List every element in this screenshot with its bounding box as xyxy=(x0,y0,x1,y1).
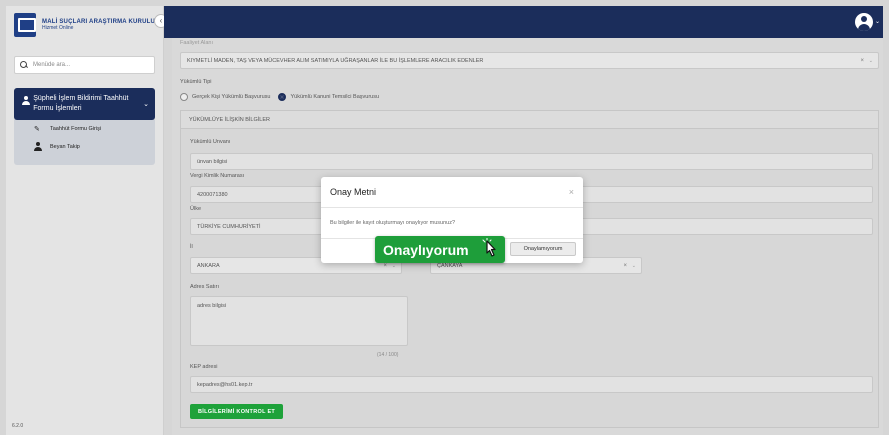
chevron-left-icon: ‹ xyxy=(159,16,163,25)
user-icon xyxy=(34,141,44,153)
user-avatar-icon[interactable] xyxy=(855,13,873,31)
search-icon xyxy=(20,61,28,69)
menu-search-placeholder: Menüde ara... xyxy=(33,62,71,68)
confirm-modal: Onay Metni × Bu bilgiler ile kayıt oluşt… xyxy=(321,177,583,263)
sector-label: Faaliyet Alanı xyxy=(180,40,214,46)
modal-body-text: Bu bilgiler ile kayıt oluşturmayı onaylı… xyxy=(321,208,583,239)
chevron-down-icon[interactable]: ⌄ xyxy=(875,18,880,25)
menu-search-input[interactable]: Menüde ara... xyxy=(14,56,155,74)
sidebar-item-label: Taahhüt Formu Girişi xyxy=(50,125,102,132)
brand-subtitle: Hizmet Online xyxy=(42,24,74,31)
obligor-type-radios: Gerçek Kişi Yükümlü Başvurusu Yükümlü Ka… xyxy=(180,93,379,101)
sidebar-item-taahhut-formu[interactable]: ✎ Taahhüt Formu Girişi xyxy=(14,120,155,137)
sector-value: KIYMETLİ MADEN, TAŞ VEYA MÜCEVHER ALIM S… xyxy=(187,57,484,64)
address-counter: (14 / 100) xyxy=(377,352,399,358)
radio-real-person[interactable] xyxy=(180,93,188,101)
radio-real-label: Gerçek Kişi Yükümlü Başvurusu xyxy=(192,94,271,100)
clear-icon[interactable]: × xyxy=(383,263,387,269)
city-label: İl xyxy=(190,244,193,250)
country-label: Ülke xyxy=(190,206,202,212)
modal-header: Onay Metni × xyxy=(321,177,583,208)
confirm-button-label: Onaylıyorum xyxy=(383,241,469,258)
clear-icon[interactable]: × xyxy=(623,263,627,269)
menu-group: Şüpheli İşlem Bildirimi Taahhüt Formu İş… xyxy=(14,88,155,165)
close-icon[interactable]: × xyxy=(569,187,574,197)
radio-legal-label: Yükümlü Kanuni Temsilci Başvurusu xyxy=(290,94,380,100)
confirm-button[interactable]: Onaylıyorum xyxy=(375,236,505,263)
chevron-down-icon: ⌄ xyxy=(143,101,149,108)
obligor-type-label: Yükümlü Tipi xyxy=(180,79,212,85)
title-label: Yükümlü Unvanı xyxy=(190,139,231,145)
brand: MALİ SUÇLARI ARAŞTIRMA KURULU Hizmet Onl… xyxy=(6,6,163,44)
pencil-icon: ✎ xyxy=(34,125,40,133)
chevron-down-icon: ⌄ xyxy=(868,57,873,64)
modal-footer: Onaylıyorum Onaylamıyorum xyxy=(321,236,583,263)
brand-logo xyxy=(14,13,36,37)
tax-label: Vergi Kimlik Numarası xyxy=(190,173,245,179)
panel-title: YÜKÜMLÜYE İLİŞKİN BİLGİLER xyxy=(181,111,878,129)
address-label: Adres Satırı xyxy=(190,284,220,290)
sidebar: MALİ SUÇLARI ARAŞTIRMA KURULU Hizmet Onl… xyxy=(6,6,164,435)
address-textarea[interactable]: adres bilgisi xyxy=(190,296,408,346)
sidebar-item-label: Beyan Takip xyxy=(50,144,80,151)
title-input[interactable]: ünvan bilgisi xyxy=(190,153,873,170)
reject-button[interactable]: Onaylamıyorum xyxy=(510,242,576,256)
district-value: ÇANKAYA xyxy=(437,262,463,269)
kep-input[interactable]: kepadres@hs01.kep.tr xyxy=(190,376,873,393)
chevron-down-icon: ⌄ xyxy=(391,262,396,269)
modal-title: Onay Metni xyxy=(330,187,377,197)
user-icon xyxy=(22,96,31,105)
menu-group-header[interactable]: Şüpheli İşlem Bildirimi Taahhüt Formu İş… xyxy=(14,88,155,120)
kep-label: KEP adresi xyxy=(190,364,218,370)
menu-group-label: Şüpheli İşlem Bildirimi Taahhüt Formu İş… xyxy=(33,95,129,112)
check-info-button[interactable]: BİLGİLERİMİ KONTROL ET xyxy=(190,404,284,419)
pointer-cursor-icon xyxy=(482,238,496,257)
clear-icon[interactable]: × xyxy=(860,58,864,64)
chevron-down-icon: ⌄ xyxy=(631,262,636,269)
sector-select[interactable]: KIYMETLİ MADEN, TAŞ VEYA MÜCEVHER ALIM S… xyxy=(180,52,879,69)
radio-legal-rep[interactable] xyxy=(278,93,287,101)
sidebar-item-beyan-takip[interactable]: Beyan Takip xyxy=(14,137,155,157)
obligor-info-panel: YÜKÜMLÜYE İLİŞKİN BİLGİLER Yükümlü Unvan… xyxy=(180,110,879,428)
city-value: ANKARA xyxy=(197,262,220,269)
version-label: 6.2.0 xyxy=(12,423,24,429)
top-bar: ⌄ xyxy=(164,6,883,38)
